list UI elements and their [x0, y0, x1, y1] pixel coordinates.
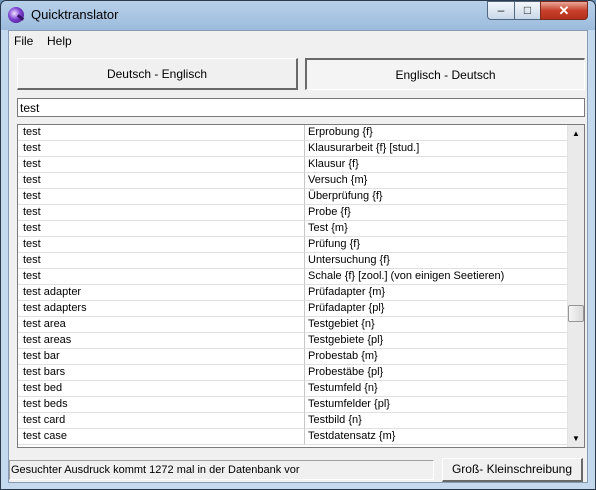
source-term-cell: test — [18, 125, 305, 141]
table-row[interactable]: test Probe {f} — [18, 205, 569, 221]
results-table: test Erprobung {f} test Klausurarbeit {f} [… — [17, 124, 585, 448]
window-title: Quicktranslator — [31, 7, 119, 22]
translation-cell: Testbild {n} — [305, 413, 569, 429]
table-row[interactable]: test Überprüfung {f} — [18, 189, 569, 205]
status-bar: Gesuchter Ausdruck kommt 1272 mal in der… — [9, 458, 587, 482]
translation-cell: Versuch {m} — [305, 173, 569, 189]
source-term-cell: test bar — [18, 349, 305, 365]
translation-cell: Prüfadapter {pl} — [305, 301, 569, 317]
table-row[interactable]: test Klausurarbeit {f} [stud.] — [18, 141, 569, 157]
translation-cell: Untersuchung {f} — [305, 253, 569, 269]
menu-help[interactable]: Help — [47, 34, 72, 48]
scrollbar-thumb[interactable] — [568, 305, 584, 322]
search-input[interactable] — [17, 98, 585, 117]
source-term-cell: test bed — [18, 381, 305, 397]
translation-cell: Testumfelder {pl} — [305, 397, 569, 413]
source-term-cell: test — [18, 173, 305, 189]
table-row[interactable]: test beds Testumfelder {pl} — [18, 397, 569, 413]
source-term-cell: test — [18, 157, 305, 173]
results-rows: test Erprobung {f} test Klausurarbeit {f} [… — [18, 125, 569, 445]
case-sensitivity-button[interactable]: Groß- Kleinschreibung — [442, 458, 583, 482]
translation-cell: Klausurarbeit {f} [stud.] — [305, 141, 569, 157]
source-term-cell: test adapters — [18, 301, 305, 317]
scroll-up-arrow-icon[interactable]: ▲ — [568, 125, 584, 142]
german-english-button[interactable]: Deutsch - Englisch — [17, 58, 298, 90]
table-row[interactable]: test bed Testumfeld {n} — [18, 381, 569, 397]
table-row[interactable]: test case Testdatensatz {m} — [18, 429, 569, 445]
source-term-cell: test areas — [18, 333, 305, 349]
translation-cell: Testumfeld {n} — [305, 381, 569, 397]
source-term-cell: test case — [18, 429, 305, 445]
table-row[interactable]: test area Testgebiet {n} — [18, 317, 569, 333]
translation-cell: Probe {f} — [305, 205, 569, 221]
english-german-button[interactable]: Englisch - Deutsch — [305, 58, 585, 90]
scroll-down-arrow-icon[interactable]: ▼ — [568, 430, 584, 447]
title-bar[interactable]: Quicktranslator – □ ✕ — [1, 1, 595, 29]
table-row[interactable]: test adapters Prüfadapter {pl} — [18, 301, 569, 317]
translation-cell: Schale {f} [zool.] (von einigen Seetiere… — [305, 269, 569, 285]
table-row[interactable]: test Untersuchung {f} — [18, 253, 569, 269]
table-row[interactable]: test areas Testgebiete {pl} — [18, 333, 569, 349]
table-row[interactable]: test adapter Prüfadapter {m} — [18, 285, 569, 301]
source-term-cell: test — [18, 253, 305, 269]
translation-cell: Probestäbe {pl} — [305, 365, 569, 381]
translation-cell: Testgebiet {n} — [305, 317, 569, 333]
table-row[interactable]: test card Testbild {n} — [18, 413, 569, 429]
table-row[interactable]: test bar Probestab {m} — [18, 349, 569, 365]
source-term-cell: test — [18, 237, 305, 253]
minimize-button[interactable]: – — [487, 1, 515, 20]
translation-cell: Testgebiete {pl} — [305, 333, 569, 349]
source-term-cell: test adapter — [18, 285, 305, 301]
translation-cell: Testdatensatz {m} — [305, 429, 569, 445]
maximize-button[interactable]: □ — [514, 1, 541, 20]
menu-bar: File Help — [9, 31, 587, 51]
source-term-cell: test bars — [18, 365, 305, 381]
vertical-scrollbar[interactable]: ▲ ▼ — [567, 125, 584, 447]
translation-cell: Probestab {m} — [305, 349, 569, 365]
source-term-cell: test card — [18, 413, 305, 429]
translation-cell: Überprüfung {f} — [305, 189, 569, 205]
translation-cell: Prüfung {f} — [305, 237, 569, 253]
translation-cell: Klausur {f} — [305, 157, 569, 173]
translation-cell: Erprobung {f} — [305, 125, 569, 141]
source-term-cell: test — [18, 221, 305, 237]
table-row[interactable]: test Prüfung {f} — [18, 237, 569, 253]
table-row[interactable]: test Erprobung {f} — [18, 125, 569, 141]
source-term-cell: test — [18, 141, 305, 157]
source-term-cell: test — [18, 189, 305, 205]
close-button[interactable]: ✕ — [540, 1, 588, 20]
source-term-cell: test — [18, 205, 305, 221]
app-window: Quicktranslator – □ ✕ File Help Deutsch … — [0, 0, 596, 490]
app-logo-icon — [8, 7, 24, 23]
table-row[interactable]: test Versuch {m} — [18, 173, 569, 189]
source-term-cell: test beds — [18, 397, 305, 413]
translation-cell: Test {m} — [305, 221, 569, 237]
source-term-cell: test area — [18, 317, 305, 333]
table-row[interactable]: test bars Probestäbe {pl} — [18, 365, 569, 381]
menu-file[interactable]: File — [14, 34, 33, 48]
table-row[interactable]: test Test {m} — [18, 221, 569, 237]
status-message: Gesuchter Ausdruck kommt 1272 mal in der… — [9, 460, 434, 480]
table-row[interactable]: test Klausur {f} — [18, 157, 569, 173]
source-term-cell: test — [18, 269, 305, 285]
table-row[interactable]: test Schale {f} [zool.] (von einigen Seet… — [18, 269, 569, 285]
client-area: File Help Deutsch - Englisch Englisch - … — [8, 30, 588, 483]
translation-cell: Prüfadapter {m} — [305, 285, 569, 301]
